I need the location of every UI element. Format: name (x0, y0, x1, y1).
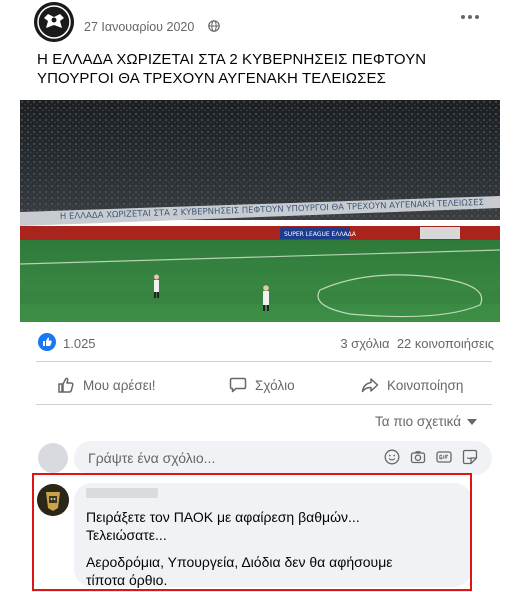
comment-input-tools (384, 449, 478, 465)
globe-icon (208, 20, 220, 32)
share-button[interactable]: Κοινοποίηση (361, 372, 463, 398)
page-avatar[interactable] (34, 2, 74, 42)
gif-icon[interactable] (436, 449, 452, 465)
more-icon[interactable] (459, 12, 481, 22)
comment-button[interactable]: Σχόλιο (229, 372, 295, 398)
user-avatar[interactable] (38, 443, 68, 473)
comment-count[interactable]: 3 σχόλια (340, 336, 389, 351)
share-icon (361, 378, 379, 393)
post-stats: 3 σχόλια 22 κοινοποιήσεις (340, 336, 494, 351)
paok-logo (34, 2, 74, 42)
like-label: Μου αρέσει! (83, 377, 156, 393)
sort-label: Τα πιο σχετικά (375, 414, 462, 429)
share-label: Κοινοποίηση (387, 377, 464, 393)
sticker-icon[interactable] (462, 449, 478, 465)
emoji-icon[interactable] (384, 449, 400, 465)
reaction-count[interactable]: 1.025 (63, 336, 96, 351)
highlight-box (32, 473, 472, 591)
comment-sort-dropdown[interactable]: Τα πιο σχετικά (375, 414, 478, 429)
share-count[interactable]: 22 κοινοποιήσεις (397, 336, 494, 351)
post-date[interactable]: 27 Ιανουαρίου 2020 (84, 20, 194, 34)
stadium-image: Η ΕΛΛΑΔΑ ΧΩΡΙΖΕΤΑΙ ΣΤΑ 2 ΚΥΒΕΡΝΗΣΕΙΣ ΠΕΦ… (20, 100, 500, 322)
divider (36, 404, 492, 405)
post-photo[interactable]: Η ΕΛΛΑΔΑ ΧΩΡΙΖΕΤΑΙ ΣΤΑ 2 ΚΥΒΕΡΝΗΣΕΙΣ ΠΕΦ… (20, 100, 500, 322)
comment-icon (229, 377, 247, 393)
like-reaction-icon[interactable] (38, 333, 56, 351)
camera-icon[interactable] (410, 449, 426, 465)
thumbs-up-icon (58, 377, 74, 393)
board-text: SUPER LEAGUE ΕΛΛΑΔΑ (284, 231, 357, 238)
comment-label: Σχόλιο (255, 377, 295, 393)
like-button[interactable]: Μου αρέσει! (57, 372, 156, 398)
post-text: Η ΕΛΛΑΔΑ ΧΩΡΙΖΕΤΑΙ ΣΤΑ 2 ΚΥΒΕΡΝΗΣΕΙΣ ΠΕΦ… (37, 51, 427, 87)
divider (36, 361, 492, 362)
chevron-down-icon (467, 418, 478, 425)
